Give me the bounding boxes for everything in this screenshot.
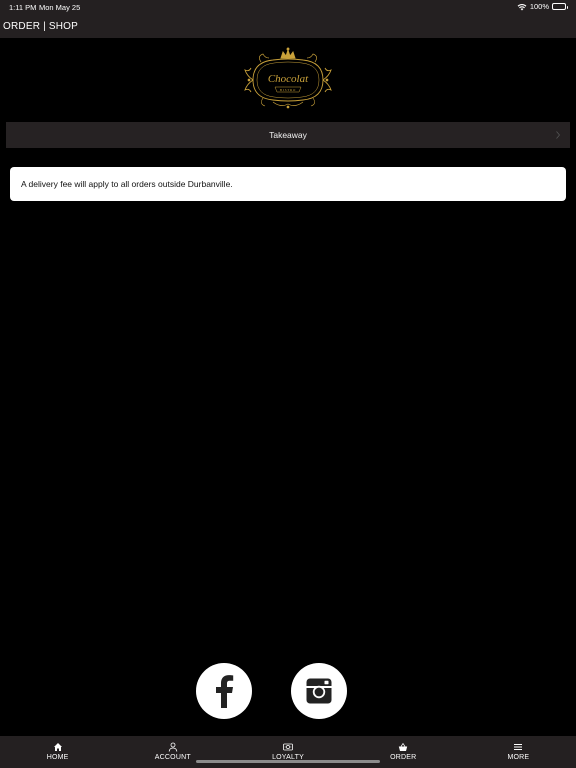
status-date: Mon May 25 [39, 3, 81, 12]
tab-home-label: HOME [46, 754, 69, 761]
battery-percent: 100% [529, 2, 549, 11]
logo-text: Chocolat [268, 73, 309, 85]
tab-home[interactable]: HOME [0, 736, 115, 768]
instagram-icon [306, 678, 332, 704]
facebook-icon [216, 675, 234, 708]
tab-loyalty[interactable]: LOYALTY [230, 736, 345, 768]
logo-subtext: BISTRO [280, 88, 296, 92]
tab-order[interactable]: ORDER [346, 736, 461, 768]
bottom-tab-bar: HOME ACCOUNT LOYALTY ORDER MORE [0, 736, 576, 768]
facebook-button[interactable] [196, 663, 252, 719]
order-type-select[interactable]: Takeaway [6, 122, 570, 148]
status-bar: 1:11 PM Mon May 25 100% [0, 0, 576, 14]
app-root: 1:11 PM Mon May 25 100% ORDER | SHOP Cho… [0, 0, 576, 768]
basket-icon [399, 742, 408, 751]
order-type-value: Takeaway [269, 130, 307, 140]
loyalty-icon [283, 743, 293, 751]
tab-more-label: MORE [507, 754, 530, 761]
tab-more[interactable]: MORE [461, 736, 576, 768]
delivery-notice-text: A delivery fee will apply to all orders … [21, 179, 233, 189]
home-icon [53, 743, 62, 751]
chocolat-logo: Chocolat BISTRO [244, 47, 332, 109]
app-header: ORDER | SHOP [0, 14, 576, 38]
menu-icon [514, 744, 523, 750]
wifi-icon [517, 3, 527, 10]
instagram-button[interactable] [291, 663, 347, 719]
status-time: 1:11 PM [9, 3, 37, 12]
page-title: ORDER | SHOP [3, 21, 79, 32]
tab-account-label: ACCOUNT [154, 754, 191, 761]
delivery-notice: A delivery fee will apply to all orders … [10, 167, 566, 201]
user-icon [168, 742, 177, 752]
status-indicators: 100% [517, 2, 568, 11]
home-indicator[interactable] [196, 760, 380, 763]
tab-order-label: ORDER [390, 754, 417, 761]
chevron-right-icon [556, 131, 560, 139]
battery-icon [552, 3, 568, 10]
tab-account[interactable]: ACCOUNT [115, 736, 230, 768]
